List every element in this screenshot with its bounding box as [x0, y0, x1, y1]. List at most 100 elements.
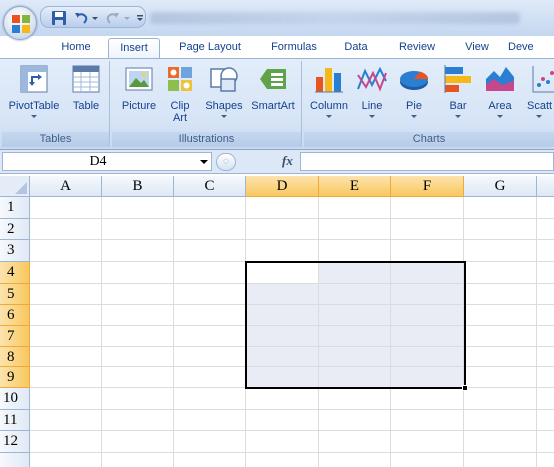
table-label: Table [72, 100, 100, 112]
pie-chart-button[interactable]: Pie [394, 63, 434, 131]
pie-label: Pie [406, 100, 422, 112]
picture-label: Picture [121, 100, 157, 112]
column-header-d[interactable]: D [246, 176, 319, 197]
tab-developer[interactable]: Deve [508, 38, 554, 58]
gridline [173, 197, 174, 467]
column-header-c[interactable]: C [174, 176, 246, 197]
formula-bar-expand-icon[interactable]: ◌ [216, 153, 236, 171]
row-header-10[interactable]: 10 [0, 388, 30, 410]
tab-home[interactable]: Home [48, 38, 104, 58]
customize-qat-icon[interactable] [136, 10, 144, 26]
office-button[interactable] [3, 6, 37, 40]
tab-formulas[interactable]: Formulas [262, 38, 326, 58]
fill-handle[interactable] [462, 385, 468, 391]
clip-art-button[interactable]: Clip Art [164, 63, 196, 131]
smartart-button[interactable]: SmartArt [246, 63, 300, 131]
pivottable-icon [20, 65, 48, 93]
clip-art-label: Clip Art [170, 100, 190, 124]
select-all-corner[interactable] [0, 176, 30, 197]
column-header-g[interactable]: G [464, 176, 537, 197]
gridline [30, 239, 554, 240]
gridline [101, 197, 102, 467]
smartart-icon [260, 69, 286, 89]
clip-art-icon [168, 67, 192, 91]
selection-border [245, 261, 466, 389]
bar-label: Bar [449, 100, 467, 112]
tab-review[interactable]: Review [384, 38, 450, 58]
row-header-11[interactable]: 11 [0, 410, 30, 431]
redo-dropdown-icon[interactable] [123, 10, 131, 26]
tab-data[interactable]: Data [332, 38, 380, 58]
group-charts: Column Line Pie Bar Area Scatt Charts [304, 61, 554, 147]
shapes-dropdown-icon [221, 115, 227, 118]
tab-page-layout[interactable]: Page Layout [164, 38, 256, 58]
tab-insert[interactable]: Insert [108, 38, 160, 58]
name-box-value: D4 [89, 154, 107, 169]
tables-group-label: Tables [2, 132, 109, 147]
shapes-label: Shapes [205, 100, 243, 112]
scatter-chart-icon [532, 66, 554, 93]
row-header-4[interactable]: 4 [0, 262, 30, 284]
shapes-button[interactable]: Shapes [202, 63, 246, 131]
column-dropdown-icon [326, 115, 332, 118]
row-header-3[interactable]: 3 [0, 240, 30, 262]
ribbon-tabs: Home Insert Page Layout Formulas Data Re… [40, 36, 554, 58]
shapes-icon [210, 67, 238, 92]
column-header-e[interactable]: E [319, 176, 391, 197]
quick-access-toolbar [40, 6, 146, 28]
row-header-2[interactable]: 2 [0, 219, 30, 240]
column-header-b[interactable]: B [102, 176, 174, 197]
group-illustrations: Picture Clip Art Shapes SmartArt Illustr… [112, 61, 302, 147]
name-box[interactable]: D4 [2, 152, 212, 171]
gridline [30, 452, 554, 453]
pivottable-dropdown-icon [31, 115, 37, 118]
row-header-13[interactable] [0, 453, 30, 467]
pivottable-button[interactable]: PivotTable [4, 63, 64, 131]
insert-function-button[interactable]: fx [282, 153, 293, 169]
area-chart-button[interactable]: Area [480, 63, 520, 131]
gridline [30, 430, 554, 431]
scatter-chart-button[interactable]: Scatt [524, 63, 554, 131]
column-header-a[interactable]: A [30, 176, 102, 197]
bar-chart-button[interactable]: Bar [438, 63, 478, 131]
undo-dropdown-icon[interactable] [91, 10, 99, 26]
row-header-9[interactable]: 9 [0, 367, 30, 388]
row-header-5[interactable]: 5 [0, 284, 30, 305]
table-button[interactable]: Table [66, 63, 106, 131]
pie-chart-icon [400, 71, 429, 90]
column-chart-button[interactable]: Column [306, 63, 352, 131]
undo-icon[interactable] [73, 10, 89, 26]
row-header-1[interactable]: 1 [0, 197, 30, 219]
row-header-6[interactable]: 6 [0, 305, 30, 326]
smartart-label: SmartArt [251, 100, 295, 112]
column-header-h[interactable] [537, 176, 554, 197]
line-chart-button[interactable]: Line [354, 63, 390, 131]
column-label: Column [310, 100, 348, 112]
picture-button[interactable]: Picture [116, 63, 162, 131]
formula-input[interactable] [300, 152, 554, 171]
area-chart-icon [486, 67, 514, 91]
formula-bar: D4 ◌ fx [0, 150, 554, 174]
charts-group-label: Charts [304, 132, 554, 147]
pivottable-label: PivotTable [8, 100, 60, 112]
ribbon-insert: PivotTable Table Tables Picture Clip Art… [0, 58, 554, 150]
title-bar [0, 0, 554, 40]
pie-dropdown-icon [411, 115, 417, 118]
save-icon[interactable] [51, 10, 67, 26]
row-header-12[interactable]: 12 [0, 431, 30, 453]
redo-icon[interactable] [105, 10, 121, 26]
tab-view[interactable]: View [454, 38, 500, 58]
gridline [536, 197, 537, 467]
gridline [30, 409, 554, 410]
office-logo-icon [12, 15, 30, 33]
group-tables: PivotTable Table Tables [2, 61, 110, 147]
name-box-dropdown-icon[interactable] [200, 160, 208, 164]
scatter-dropdown-icon [536, 115, 542, 118]
column-header-f[interactable]: F [391, 176, 464, 197]
worksheet-grid[interactable]: A B C D E F G 1 2 3 4 5 6 7 8 9 10 11 12 [0, 176, 554, 467]
table-icon [72, 65, 100, 93]
row-header-7[interactable]: 7 [0, 326, 30, 347]
area-label: Area [488, 100, 512, 112]
row-header-8[interactable]: 8 [0, 347, 30, 367]
gridline [30, 218, 554, 219]
